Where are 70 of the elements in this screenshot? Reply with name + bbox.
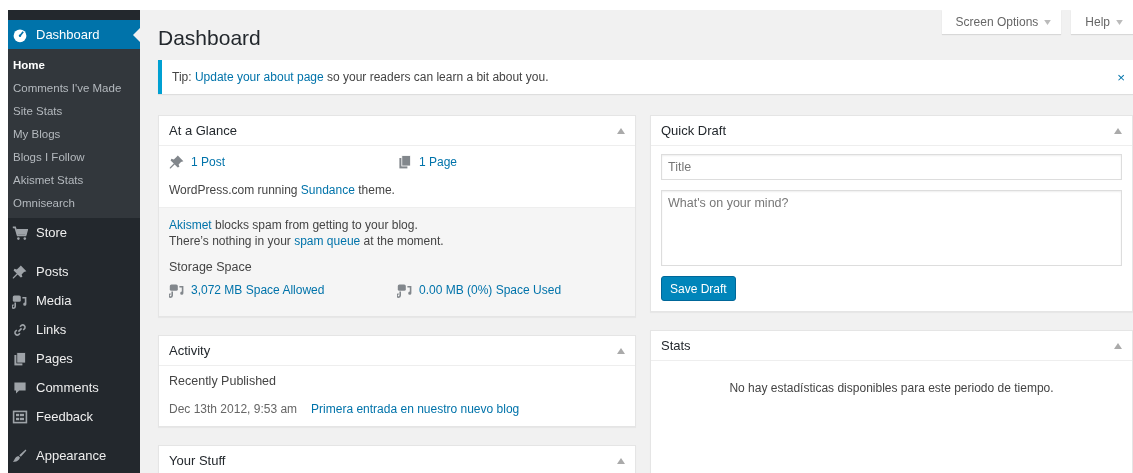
- akismet-text: Akismet blocks spam from getting to your blog.: [169, 217, 419, 233]
- box-header[interactable]: Activity: [159, 336, 635, 366]
- submenu-item[interactable]: Site Stats: [8, 100, 140, 123]
- empty-message: No hay estadísticas disponibles para este periodo de tiempo.: [728, 381, 1055, 395]
- menu-item[interactable]: Media: [8, 286, 140, 315]
- menu-item[interactable]: Links: [8, 315, 140, 344]
- box-title: Your Stuff: [169, 453, 226, 468]
- post-date: Dec 13th 2012, 9:53 am: [169, 402, 298, 416]
- submenu-item[interactable]: My Blogs: [8, 123, 140, 146]
- box-title: At a Glance: [169, 123, 237, 138]
- submenu-item[interactable]: Omnisearch: [8, 192, 140, 215]
- pin-icon: [169, 154, 185, 170]
- submenu-item[interactable]: Blogs I Follow: [8, 146, 140, 169]
- screen-tab[interactable]: Screen Options: [941, 10, 1062, 34]
- pages-icon: [12, 350, 28, 367]
- dismiss-button[interactable]: ×: [1117, 69, 1125, 85]
- screen-tab[interactable]: Help: [1071, 10, 1133, 34]
- theme-link[interactable]: Sundance: [300, 183, 355, 197]
- brush-icon: [12, 447, 28, 464]
- akismet-text: There’s nothing in your spam queue at the moment.: [169, 233, 445, 249]
- submenu-item[interactable]: Home: [8, 54, 140, 77]
- menu-item[interactable]: Dashboard: [8, 20, 140, 49]
- box-header[interactable]: At a Glance: [159, 116, 635, 146]
- content-input-field[interactable]: What's on your mind?: [661, 190, 1122, 266]
- box-header[interactable]: Your Stuff: [159, 446, 635, 473]
- post-link[interactable]: Primera entrada en nuestro nuevo blog: [311, 402, 520, 416]
- media-icon: [12, 292, 28, 309]
- storage-heading: Storage Space: [169, 260, 253, 274]
- gauge-icon: [12, 26, 28, 43]
- title-input-field[interactable]: Title: [661, 154, 1122, 180]
- section-heading: Recently Published: [169, 374, 277, 388]
- text-link[interactable]: spam queue: [294, 234, 361, 248]
- collapse-icon[interactable]: [1114, 342, 1122, 349]
- form-icon: [12, 408, 28, 425]
- menu-item[interactable]: Posts: [8, 257, 140, 286]
- speech-bubble-icon: [12, 379, 28, 396]
- menu-item[interactable]: Feedback: [8, 402, 140, 431]
- text-link[interactable]: Akismet: [169, 218, 212, 232]
- box-title: Quick Draft: [661, 123, 726, 138]
- collapse-icon[interactable]: [1114, 127, 1122, 134]
- menu-item[interactable]: Comments: [8, 373, 140, 402]
- caret-icon: [1044, 19, 1052, 25]
- page-title: Dashboard: [158, 26, 261, 50]
- box-header[interactable]: Stats: [651, 331, 1132, 361]
- page-count-link[interactable]: 1 Page: [419, 155, 458, 169]
- storage-link[interactable]: 3,072 MB Space Allowed: [191, 283, 325, 297]
- pin-icon: [12, 263, 28, 280]
- storage-link[interactable]: 0.00 MB (0%) Space Used: [419, 283, 562, 297]
- pages-icon: [397, 154, 413, 170]
- collapse-icon[interactable]: [617, 347, 625, 354]
- box-title: Stats: [661, 338, 691, 353]
- save-draft-button[interactable]: Save Draft: [661, 276, 736, 301]
- about-page-link[interactable]: Update your about page: [194, 70, 324, 84]
- menu-item[interactable]: Appearance: [8, 441, 140, 470]
- cart-icon: [12, 224, 28, 241]
- link-icon: [12, 321, 28, 338]
- submenu-item[interactable]: Akismet Stats: [8, 169, 140, 192]
- box-header[interactable]: Quick Draft: [651, 116, 1132, 146]
- tip-text: Tip: Update your about page so your readers can learn a bit about you.: [172, 70, 549, 84]
- collapse-icon[interactable]: [617, 127, 625, 134]
- collapse-icon[interactable]: [617, 457, 625, 464]
- post-count-link[interactable]: 1 Post: [191, 155, 226, 169]
- media-icon: [397, 282, 413, 298]
- menu-item[interactable]: Store: [8, 218, 140, 247]
- menu-item[interactable]: Pages: [8, 344, 140, 373]
- caret-icon: [1116, 19, 1123, 25]
- media-icon: [169, 282, 185, 298]
- submenu-item[interactable]: Comments I've Made: [8, 77, 140, 100]
- box-title: Activity: [169, 343, 211, 358]
- theme-text: WordPress.com running Sundance theme.: [169, 183, 396, 197]
